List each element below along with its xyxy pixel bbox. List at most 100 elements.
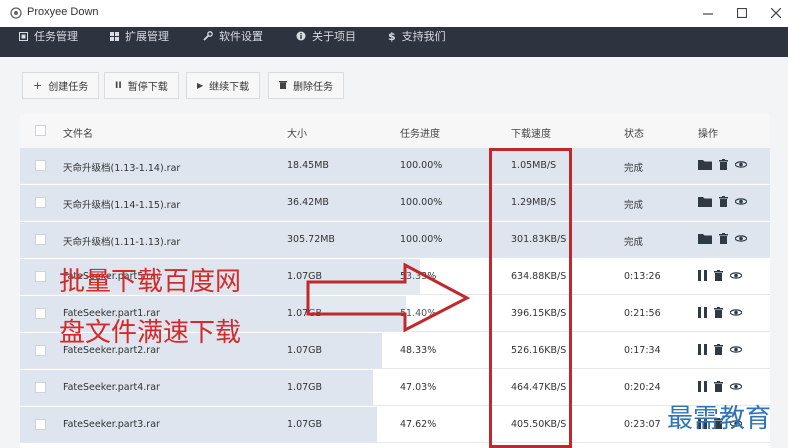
pause-download-label: 暂停下载 [127, 82, 168, 93]
nav-label: 支持我们 [401, 30, 446, 43]
pause-icon: II [115, 80, 122, 91]
pause-icon[interactable] [698, 381, 707, 392]
nav-label: 任务管理 [34, 30, 78, 43]
trash-icon [279, 79, 287, 92]
nav-about-project[interactable]: 关于项目 [296, 27, 356, 45]
file-name-cell: 天命升级档(1.13-1.14).rar [63, 163, 181, 174]
header-progress: 任务进度 [400, 129, 440, 140]
table-row[interactable]: 天命升级档(1.11-1.13).rar 305.72MB 100.00% 301.8… [20, 222, 770, 258]
maximize-icon [737, 8, 747, 18]
close-button[interactable] [764, 2, 788, 24]
size-cell: 1.07GB [287, 419, 323, 430]
table-header: 文件名 大小 任务进度 下载速度 状态 操作 [20, 114, 770, 148]
pause-icon[interactable] [698, 307, 707, 318]
annotation-line-2: 盘文件满速下载 [59, 318, 242, 348]
table-row[interactable]: 天命升级档(1.14-1.15).rar 36.42MB 100.00% 1.29MB… [20, 185, 770, 221]
nav-task-management[interactable]: 任务管理 [19, 27, 78, 45]
row-checkbox[interactable] [35, 382, 46, 393]
row-actions [698, 307, 742, 318]
app-logo-icon [10, 7, 22, 19]
table-row[interactable]: FateSeeker.part4.rar 1.07GB 47.03% 464.47KB… [20, 370, 770, 406]
wrench-icon [203, 31, 213, 41]
header-actions: 操作 [698, 129, 718, 140]
eye-icon[interactable] [735, 234, 747, 243]
folder-icon[interactable] [698, 233, 712, 244]
status-cell: 0:20:24 [624, 382, 661, 393]
play-icon: ▶ [197, 81, 204, 90]
eye-icon[interactable] [730, 345, 742, 354]
nav-label: 关于项目 [312, 30, 356, 43]
row-checkbox[interactable] [35, 160, 46, 171]
resume-download-button[interactable]: ▶ 继续下载 [186, 72, 261, 99]
header-speed: 下载速度 [511, 129, 551, 140]
trash-icon[interactable] [719, 196, 728, 207]
file-name-cell: 天命升级档(1.14-1.15).rar [63, 200, 181, 211]
delete-task-button[interactable]: 删除任务 [268, 72, 344, 99]
trash-icon[interactable] [714, 381, 723, 392]
row-actions [698, 344, 742, 355]
resume-download-label: 继续下载 [209, 82, 250, 93]
nav-software-settings[interactable]: 软件设置 [203, 27, 263, 45]
nav-extension-management[interactable]: 扩展管理 [110, 27, 169, 45]
folder-icon[interactable] [698, 196, 712, 207]
folder-icon[interactable] [698, 159, 712, 170]
file-name-cell: 天命升级档(1.11-1.13).rar [63, 237, 181, 248]
row-actions [698, 381, 742, 392]
header-file-name: 文件名 [63, 129, 93, 140]
pause-icon[interactable] [698, 270, 707, 281]
maximize-button[interactable] [730, 2, 754, 24]
window-title: Proxyee Down [27, 6, 99, 18]
row-actions [698, 159, 747, 170]
status-cell: 0:23:07 [624, 419, 661, 430]
trash-icon[interactable] [714, 307, 723, 318]
status-cell: 完成 [624, 163, 644, 174]
minimize-button[interactable] [696, 2, 720, 24]
progress-cell: 100.00% [400, 234, 443, 245]
select-all-checkbox[interactable] [35, 125, 46, 136]
size-cell: 36.42MB [287, 197, 329, 208]
minimize-icon [703, 13, 713, 15]
header-status: 状态 [624, 129, 644, 140]
nav-label: 软件设置 [219, 30, 263, 43]
progress-cell: 48.33% [400, 345, 437, 356]
progress-cell: 47.62% [400, 419, 437, 430]
status-cell: 0:17:34 [624, 345, 661, 356]
file-name-cell: FateSeeker.part3.rar [63, 419, 160, 430]
eye-icon[interactable] [735, 197, 747, 206]
trash-icon[interactable] [714, 270, 723, 281]
close-icon [771, 8, 781, 18]
main-nav: 任务管理 扩展管理 软件设置 关于项目 $ 支持我们 [0, 27, 788, 57]
file-name-cell: FateSeeker.part4.rar [63, 382, 160, 393]
status-cell: 完成 [624, 237, 644, 248]
row-actions [698, 196, 747, 207]
progress-cell: 100.00% [400, 160, 443, 171]
size-cell: 305.72MB [287, 234, 335, 245]
annotation-line-1: 批量下载百度网 [59, 267, 242, 297]
trash-icon[interactable] [714, 344, 723, 355]
pause-icon[interactable] [698, 344, 707, 355]
eye-icon[interactable] [730, 382, 742, 391]
row-checkbox[interactable] [35, 271, 46, 282]
row-checkbox[interactable] [35, 308, 46, 319]
table-row[interactable]: 天命升级档(1.13-1.14).rar 18.45MB 100.00% 1.05MB… [20, 148, 770, 184]
eye-icon[interactable] [735, 160, 747, 169]
create-task-button[interactable]: + 创建任务 [22, 72, 100, 99]
progress-cell: 100.00% [400, 197, 443, 208]
info-icon [296, 31, 306, 41]
row-checkbox[interactable] [35, 234, 46, 245]
eye-icon[interactable] [730, 308, 742, 317]
row-actions [698, 270, 742, 281]
nav-support-us[interactable]: $ 支持我们 [388, 27, 446, 45]
row-checkbox[interactable] [35, 197, 46, 208]
arrow-annotation [306, 262, 470, 332]
nav-label: 扩展管理 [125, 30, 169, 43]
eye-icon[interactable] [730, 271, 742, 280]
row-checkbox[interactable] [35, 419, 46, 430]
pause-download-button[interactable]: II 暂停下载 [104, 72, 179, 99]
task-panel: + 创建任务 II 暂停下载 ▶ 继续下载 删除任务 文件名 大小 任务进度 下… [0, 57, 788, 448]
table-row[interactable]: FateSeeker.part3.rar 1.07GB 47.62% 405.50KB… [20, 407, 770, 443]
row-checkbox[interactable] [35, 345, 46, 356]
trash-icon[interactable] [719, 233, 728, 244]
size-cell: 1.07GB [287, 345, 323, 356]
trash-icon[interactable] [719, 159, 728, 170]
